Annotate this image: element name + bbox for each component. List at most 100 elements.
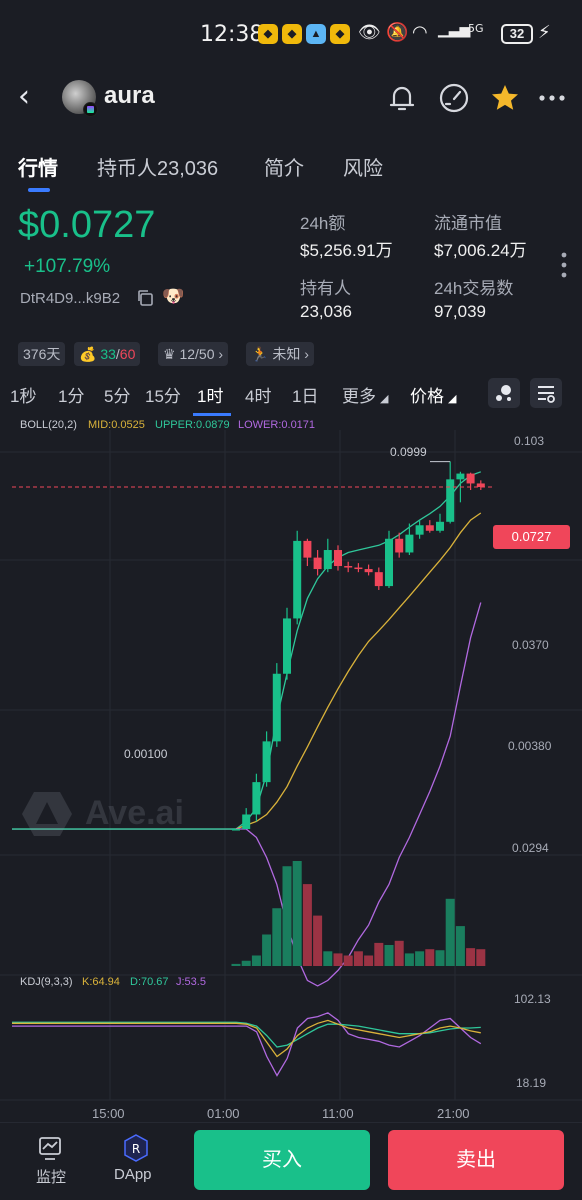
app-notification-icon: ◆ [330, 24, 350, 44]
timeframe-15m[interactable]: 15分 [145, 382, 181, 407]
svg-text:R: R [132, 1142, 140, 1156]
tab-holders[interactable]: 持币人23,036 [97, 152, 218, 181]
low-annotation: 0.00100 [124, 747, 168, 761]
volume-bar [343, 955, 353, 966]
volume-bar [272, 908, 282, 966]
candlesticks [232, 461, 485, 831]
y-tick-label: 0.00380 [508, 739, 552, 753]
y-tick-label: 0.0294 [512, 841, 549, 855]
volume-bar [415, 951, 425, 966]
mute-icon: 🔕 [386, 22, 409, 43]
candle [395, 538, 404, 553]
volume-bar [394, 940, 404, 966]
volume-bar [435, 950, 445, 966]
current-price: $0.0727 [18, 204, 156, 246]
vol-value: $5,256.91万 [300, 241, 393, 260]
indicator-toggle-button[interactable] [488, 378, 520, 408]
volume-bar [292, 861, 302, 966]
candle [293, 540, 302, 619]
price-dropdown[interactable]: 价格 ◢ [410, 382, 456, 407]
volume-bar [282, 866, 292, 966]
candle [405, 534, 414, 553]
back-icon[interactable]: ‹ [18, 82, 30, 112]
more-dropdown[interactable]: 更多 ◢ [342, 382, 388, 407]
candle [364, 569, 373, 573]
candle [436, 521, 444, 531]
vertical-more-icon[interactable] [558, 250, 570, 280]
monitor-nav[interactable]: 监控 [28, 1134, 72, 1190]
gauge-icon[interactable] [438, 82, 470, 114]
volume-bar [241, 960, 251, 966]
charging-icon: ⚡ [538, 22, 551, 43]
timeframe-4h[interactable]: 4时 [245, 382, 271, 407]
price-change: +107.79% [24, 256, 111, 277]
candle [415, 525, 424, 535]
candle [456, 473, 465, 480]
vol-label: 24h额 [300, 214, 346, 233]
candle [303, 540, 312, 558]
candle [466, 473, 475, 484]
volume-bar [251, 955, 261, 966]
candle [242, 814, 251, 830]
current-price-tag: 0.0727 [493, 525, 570, 549]
tab-intro[interactable]: 简介 [264, 152, 304, 181]
candle [344, 566, 353, 568]
runner-icon: 🏃 [251, 346, 269, 362]
signal-icon: ▁▃▅ [438, 22, 471, 38]
bell-icon[interactable] [386, 82, 418, 114]
monitor-label: 监控 [36, 1169, 67, 1186]
timeframe-1m[interactable]: 1分 [58, 382, 84, 407]
x-tick-label: 15:00 [92, 1106, 125, 1121]
volume-bar [353, 951, 363, 966]
app-notification-icon: ◆ [282, 24, 302, 44]
score-pill[interactable]: 💰 33/60 [74, 342, 141, 366]
price-label: 价格 [410, 387, 444, 406]
app-notification-icon: ▲ [306, 24, 326, 44]
holders-label: 持有人 [300, 279, 351, 298]
volume-bar [476, 949, 486, 966]
volume-bar [333, 953, 343, 966]
star-icon[interactable] [489, 82, 521, 114]
candle [334, 550, 342, 567]
kdj-d-legend: D:70.67 [130, 976, 169, 988]
timeframe-1s[interactable]: 1秒 [10, 382, 36, 407]
tab-market[interactable]: 行情 [18, 152, 58, 181]
candle [232, 829, 240, 831]
chart-settings-button[interactable] [530, 378, 562, 408]
candle [354, 567, 363, 570]
rank-pill[interactable]: ♛ 12/50 › [158, 342, 229, 366]
y-tick-label: 0.103 [514, 434, 545, 448]
timeframe-5m[interactable]: 5分 [104, 382, 130, 407]
candle [446, 479, 455, 522]
more-icon[interactable] [536, 82, 568, 114]
timeframe-1d[interactable]: 1日 [292, 382, 318, 407]
timeframe-1h[interactable]: 1时 [197, 382, 223, 407]
candle [476, 483, 485, 487]
tab-bar: 行情 持币人23,036 简介 风险 [0, 140, 582, 196]
wifi-icon: ◠ [412, 22, 428, 43]
chevron-right-icon: › [304, 346, 309, 362]
tab-risk[interactable]: 风险 [343, 152, 383, 181]
candle [262, 741, 271, 783]
dapp-label: DApp [114, 1166, 152, 1183]
contract-address: DtR4D9...k9B2 [20, 290, 121, 307]
status-pill[interactable]: 🏃 未知 › [246, 342, 314, 366]
app-notification-icon: ◆ [258, 24, 278, 44]
volume-bar [425, 949, 435, 966]
dropdown-triangle-icon: ◢ [380, 393, 389, 405]
volume-bar [445, 898, 455, 966]
chevron-right-icon: › [218, 346, 224, 362]
sell-button[interactable]: 卖出 [388, 1130, 564, 1190]
volume-bar [384, 945, 394, 966]
tab-indicator [28, 188, 50, 192]
volume-bar [364, 955, 374, 966]
txs-label: 24h交易数 [434, 279, 514, 298]
mcap-value: $7,006.24万 [434, 241, 527, 260]
candle [272, 673, 281, 742]
solana-chain-icon [83, 102, 98, 117]
copy-icon[interactable] [136, 289, 154, 307]
candle [283, 618, 291, 674]
buy-button[interactable]: 买入 [194, 1130, 370, 1190]
dapp-nav[interactable]: R DApp [112, 1134, 160, 1190]
candle [425, 525, 434, 531]
